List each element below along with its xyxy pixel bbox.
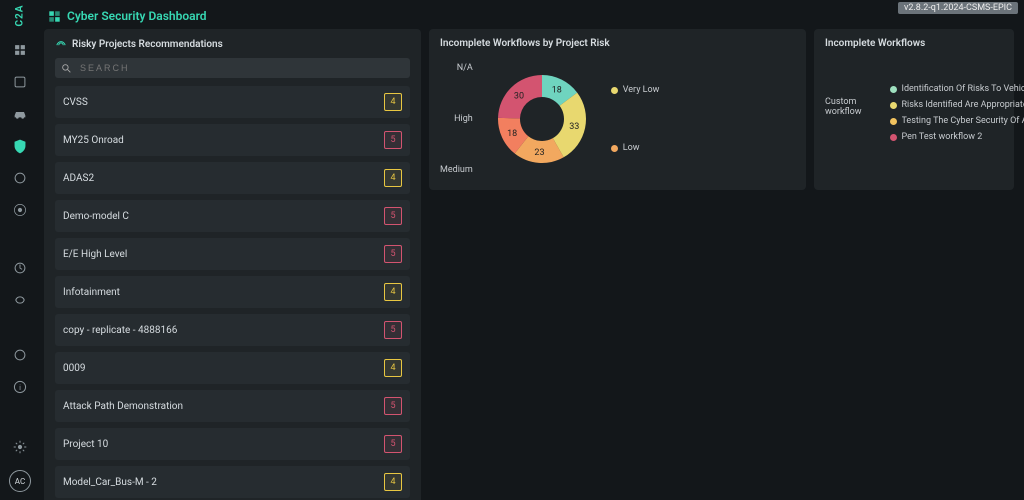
project-name: Attack Path Demonstration [63, 401, 183, 412]
risky-project-item[interactable]: MY25 Onroad 5 [55, 124, 410, 156]
donut-label: Medium [440, 165, 473, 175]
project-name: Demo-model C [63, 211, 129, 222]
page-title: Cyber Security Dashboard [44, 9, 1014, 23]
risk-count: 5 [384, 245, 402, 263]
risky-project-item[interactable]: CVSS 4 [55, 86, 410, 118]
risk-count: 5 [384, 435, 402, 453]
svg-text:30: 30 [514, 91, 524, 101]
risk-count: 5 [384, 131, 402, 149]
risky-project-item[interactable]: Infotainment 4 [55, 276, 410, 308]
risk-count: 4 [384, 473, 402, 491]
settings-icon[interactable] [11, 438, 29, 456]
risky-project-item[interactable]: Demo-model C 5 [55, 200, 410, 232]
risk-count: 5 [384, 397, 402, 415]
risk-count: 5 [384, 321, 402, 339]
risk-icon [55, 38, 67, 50]
search-icon [61, 63, 72, 74]
nav-icon-1[interactable] [11, 41, 29, 59]
project-name: copy - replicate - 4888166 [63, 325, 177, 336]
risky-project-item[interactable]: ADAS2 4 [55, 162, 410, 194]
svg-text:23: 23 [534, 148, 544, 158]
project-name: Infotainment [63, 287, 120, 298]
risky-project-item[interactable]: Attack Path Demonstration 5 [55, 390, 410, 422]
risky-project-item[interactable]: 0009 4 [55, 352, 410, 384]
svg-text:18: 18 [551, 85, 561, 95]
nav-icon-8[interactable] [11, 291, 29, 309]
risky-project-item[interactable]: E/E High Level 5 [55, 238, 410, 270]
svg-text:18: 18 [507, 129, 517, 139]
nav-icon-2[interactable] [11, 73, 29, 91]
nav-icon-7[interactable] [11, 259, 29, 277]
project-name: E/E High Level [63, 249, 127, 260]
project-name: Project 10 [63, 439, 108, 450]
nav-icon-5[interactable] [11, 169, 29, 187]
panel-incomplete-workflows: Incomplete Workflows Custom workflow 651… [814, 29, 1014, 190]
legend-item: Testing The Cyber Security Of A Vehicle … [890, 116, 1024, 126]
shield-icon[interactable] [11, 137, 29, 155]
donut-label: N/A [457, 63, 473, 73]
nav-icon-6[interactable] [11, 201, 29, 219]
legend-item: Risks Identified Are Appropriately Manag… [890, 100, 1024, 110]
donut-label: Low [611, 143, 660, 153]
donut-risk: 18 33 23 18 30 [487, 64, 597, 174]
project-name: CVSS [63, 97, 88, 108]
avatar[interactable]: AC [9, 470, 31, 492]
legend-item: Pen Test workflow 2 [890, 132, 1024, 142]
project-name: 0009 [63, 363, 85, 374]
risky-project-item[interactable]: Model_Car_Bus-M - 2 4 [55, 466, 410, 498]
svg-text:33: 33 [569, 122, 579, 132]
info-icon[interactable]: i [11, 378, 29, 396]
donut-label: Custom workflow [825, 97, 862, 117]
svg-text:i: i [19, 383, 21, 392]
panel-title: Incomplete Workflows by Project Risk [440, 38, 795, 49]
sidebar: C2A i AC [0, 0, 40, 500]
panel-incomplete-by-risk: Incomplete Workflows by Project Risk N/A… [429, 29, 806, 190]
search-input[interactable] [78, 62, 404, 74]
panel-risky-projects: Risky Projects Recommendations CVSS 4 MY25… [44, 29, 421, 500]
version-tag: v2.8.2-q1.2024-CSMS-EPIC [898, 2, 1018, 14]
donut-label: Very Low [611, 85, 660, 95]
risk-count: 4 [384, 359, 402, 377]
panel-title: Risky Projects Recommendations [55, 38, 410, 50]
risky-project-item[interactable]: copy - replicate - 4888166 5 [55, 314, 410, 346]
project-name: Model_Car_Bus-M - 2 [63, 477, 157, 488]
risk-count: 4 [384, 169, 402, 187]
risky-project-item[interactable]: Project 10 5 [55, 428, 410, 460]
car-icon[interactable] [11, 105, 29, 123]
project-name: MY25 Onroad [63, 135, 124, 146]
project-name: ADAS2 [63, 173, 94, 184]
search-box[interactable] [55, 58, 410, 78]
dashboard-icon [48, 10, 61, 23]
donut-label: High [454, 114, 473, 124]
panel-title: Incomplete Workflows [825, 38, 1003, 49]
logo: C2A [15, 5, 26, 27]
legend-item: Identification Of Risks To Vehicle Types… [890, 84, 1024, 94]
risk-count: 5 [384, 207, 402, 225]
risk-count: 4 [384, 93, 402, 111]
risk-count: 4 [384, 283, 402, 301]
nav-icon-bottom-1[interactable] [11, 346, 29, 364]
